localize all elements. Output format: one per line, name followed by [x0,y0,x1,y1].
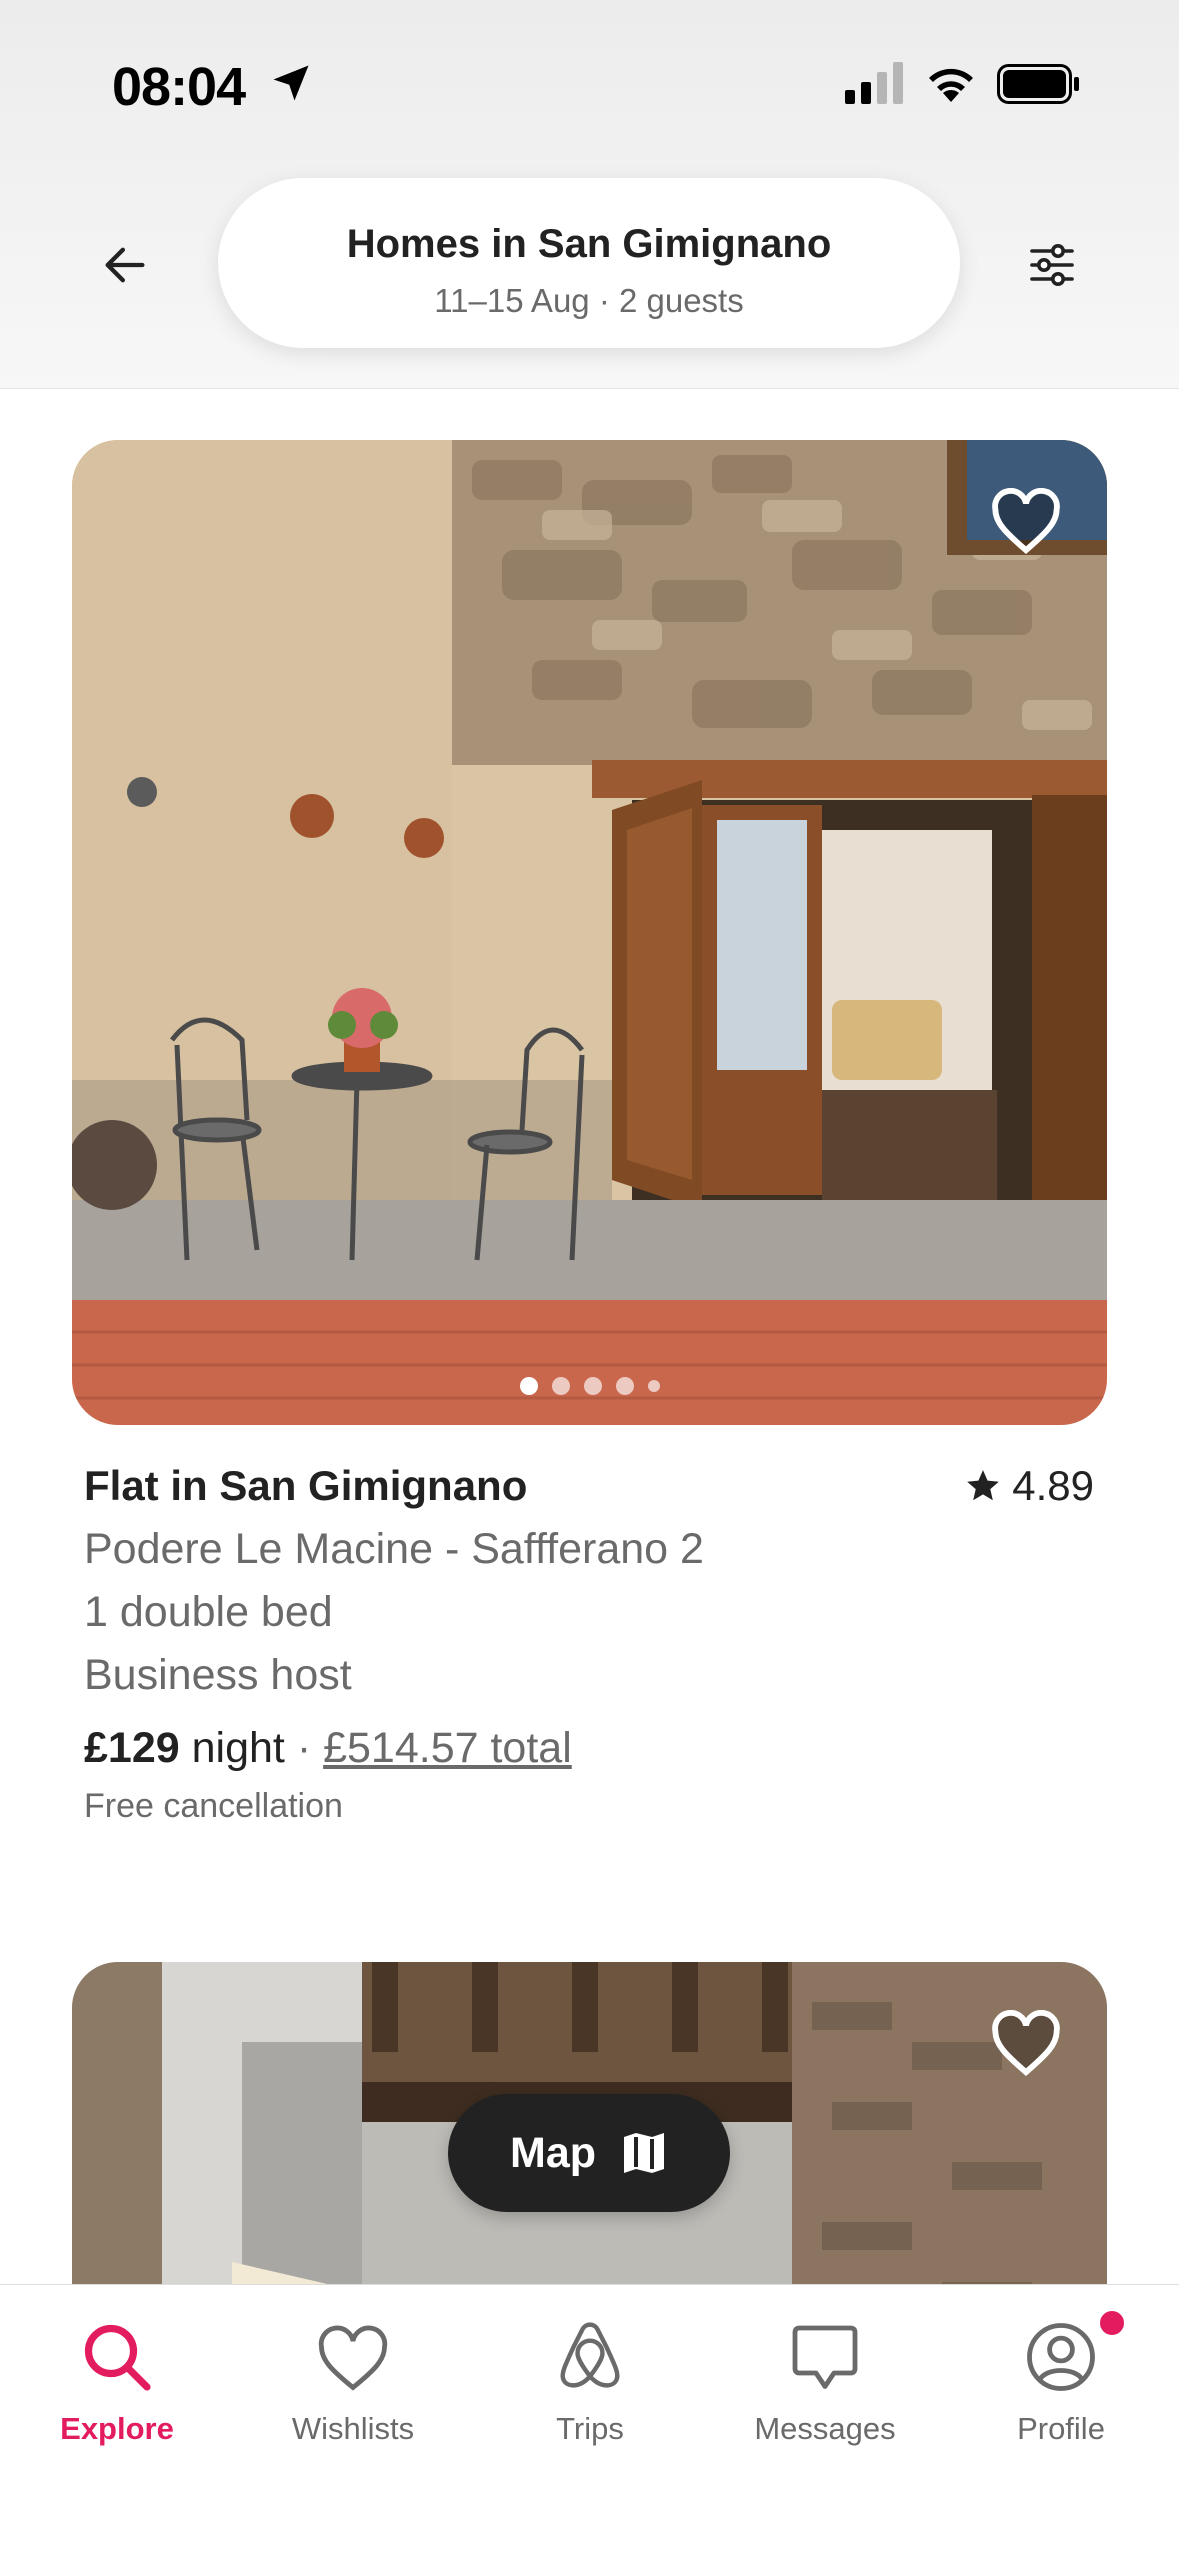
status-time: 08:04 [112,57,246,117]
tab-label: Explore [60,2411,174,2446]
tab-profile[interactable]: Profile [961,2313,1161,2447]
tab-messages[interactable]: Messages [725,2313,925,2447]
battery-icon [997,64,1079,104]
tab-trips[interactable]: Trips [490,2313,690,2447]
wishlist-heart-icon[interactable] [991,2010,1061,2076]
search-header: Homes in San Gimignano 11–15 Aug · 2 gue… [0,170,1179,389]
tab-label: Wishlists [291,2411,415,2446]
listing-beds: 1 double bed [84,1588,333,1636]
tab-label: Messages [754,2411,896,2446]
pagination-dot [647,1380,660,1392]
pagination-dot [519,1377,538,1395]
pagination-dot [615,1377,634,1395]
listing-title: Flat in San Gimignano [84,1462,528,1509]
back-button[interactable] [90,230,160,300]
status-bar: 08:04 [0,0,1179,170]
profile-notification-badge [1097,2308,1127,2338]
filters-icon [1030,244,1074,286]
airbnb-logo-icon [560,2322,620,2388]
signal-icon [845,62,903,104]
tab-wishlists[interactable]: Wishlists [253,2313,453,2447]
search-summary-pill[interactable]: Homes in San Gimignano 11–15 Aug · 2 gue… [218,178,960,348]
location-arrow-icon [273,65,309,101]
tab-label: Profile [1017,2411,1105,2446]
photo-pagination [72,1377,1107,1395]
pagination-dot [583,1377,602,1395]
listing-info[interactable]: Flat in San Gimignano 4.89 Podere Le Mac… [84,1458,1094,1831]
tab-explore[interactable]: Explore [17,2313,217,2447]
nightly-price: £129 [84,1724,180,1772]
filters-button[interactable] [1017,230,1087,300]
chat-bubble-icon [792,2325,858,2389]
bottom-tab-bar: Explore Wishlists Trips Messages Profile [0,2284,1179,2557]
search-title: Homes in San Gimignano [346,222,832,266]
map-button-label: Map [510,2128,596,2177]
price-unit: night [179,1724,285,1772]
price-row: £129 night · £514.57 total [84,1715,1094,1781]
total-price-link[interactable]: £514.57 total [323,1724,572,1772]
map-icon [624,2133,664,2173]
listing-name: Podere Le Macine - Saffferano 2 [84,1525,704,1573]
tab-label: Trips [556,2411,624,2446]
cancellation-policy: Free cancellation [84,1787,343,1825]
wifi-icon [929,68,973,102]
listing-rating: 4.89 [964,1462,1094,1510]
listing-photo-carousel[interactable] [72,440,1107,1425]
listing-photo [72,440,1107,1425]
heart-icon [318,2325,388,2391]
search-dates-guests: 11–15 Aug · 2 guests [434,282,744,319]
search-icon [84,2324,151,2391]
star-icon [967,1470,1000,1501]
wishlist-heart-icon[interactable] [991,488,1061,554]
price-separator: · [284,1724,324,1772]
map-button[interactable]: Map [448,2094,730,2212]
listing-host-type: Business host [84,1651,352,1699]
pagination-dot [551,1377,570,1395]
back-arrow-icon [105,247,145,283]
rating-value: 4.89 [1012,1462,1094,1509]
profile-icon [1027,2323,1095,2391]
